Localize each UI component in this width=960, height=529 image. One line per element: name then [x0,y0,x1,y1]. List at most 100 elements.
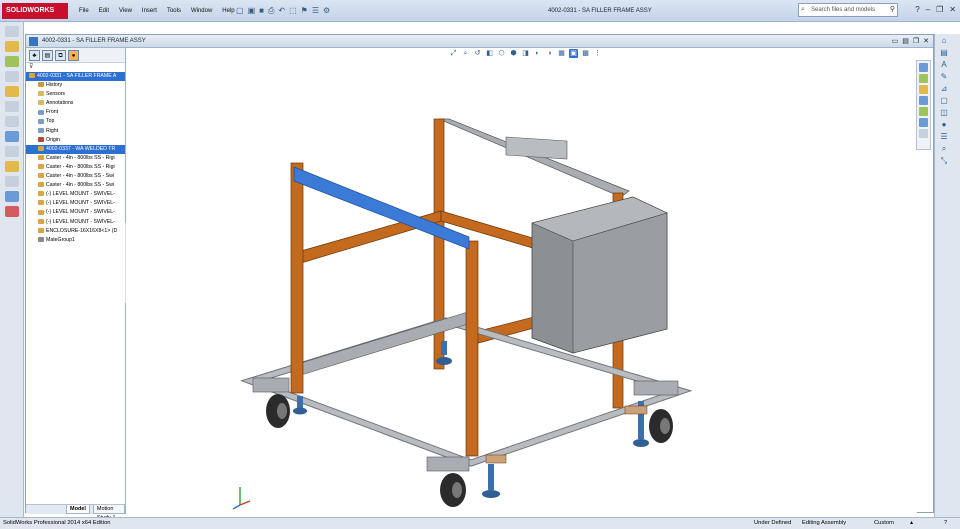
save-icon[interactable]: ■ [259,4,264,18]
help-icon[interactable]: ? [915,3,919,17]
doc-tile-icon[interactable]: ▤ [902,35,909,48]
help-status-icon[interactable]: ? [944,518,947,529]
smart-dimension-icon[interactable]: ⊿ [938,84,950,94]
menu-insert[interactable]: Insert [137,0,162,22]
resources-icon[interactable]: ⌂ [938,36,950,46]
doc-minimize-icon[interactable]: ▭ [892,35,899,48]
open-file-icon[interactable]: ▣ [248,4,256,18]
realview-icon[interactable]: ▩ [581,49,590,58]
tree-item[interactable]: Sensors [26,90,125,99]
view-settings-icon[interactable]: ▣ [569,49,578,58]
rear-top-rail[interactable] [438,118,630,198]
display-style-icon[interactable]: ◨ [521,49,530,58]
tree-item[interactable]: (-) LEVEL MOUNT - SWIVEL- [26,190,125,199]
graphics-area[interactable] [126,48,917,514]
tree-item[interactable]: (-) LEVEL MOUNT - SWIVEL- [26,199,125,208]
appearance-icon[interactable] [5,206,19,217]
pane-item-icon[interactable] [919,63,928,72]
view-orientation-icon[interactable]: ⬢ [509,49,518,58]
move-component-icon[interactable] [5,71,19,82]
tree-item[interactable]: Caster - 4in - 800lbs SS - Swi [26,172,125,181]
restore-icon[interactable]: ❐ [936,3,943,17]
tree-item[interactable]: Right [26,127,125,136]
solidworks-logo[interactable]: SOLIDWORKS [2,3,68,19]
text-icon[interactable]: A [938,60,950,70]
feature-tree-tab-icon[interactable]: ♣ [29,50,40,61]
status-units[interactable]: Custom [874,518,894,529]
insert-component-icon[interactable] [5,26,19,37]
display-manager-tab-icon[interactable]: ● [68,50,79,61]
options-icon[interactable]: ⚙ [323,4,330,18]
menu-tools[interactable]: Tools [162,0,186,22]
file-explorer-icon[interactable]: ▢ [938,96,950,106]
hide-show-items-icon[interactable]: ◐ [533,49,542,58]
tree-item[interactable]: History [26,81,125,90]
tree-item[interactable]: 4002-0331 - SA FILLER FRAME A [26,72,125,82]
component-pattern-icon[interactable] [5,56,19,67]
design-library-icon[interactable]: ▤ [938,48,950,58]
configuration-manager-tab-icon[interactable]: ⧉ [55,50,66,61]
sketch-icon[interactable]: ✎ [938,72,950,82]
menu-file[interactable]: File [74,0,94,22]
tree-item[interactable]: Caster - 4in - 800lbs SS - Rigi [26,154,125,163]
filter-bar[interactable]: ⊽ [26,63,125,72]
print-icon[interactable]: ⎙ [268,4,274,18]
tree-item[interactable]: (-) LEVEL MOUNT - SWIVEL- [26,208,125,217]
tree-item[interactable]: Caster - 4in - 800lbs SS - Rigi [26,163,125,172]
find-icon[interactable]: ⚲ [890,4,895,16]
tree-item[interactable]: Front [26,108,125,117]
tree-item[interactable]: Origin [26,136,125,145]
dynamic-annotation-icon[interactable]: ⬡ [497,49,506,58]
doc-restore-icon[interactable]: ❐ [913,35,919,48]
appearances-icon[interactable]: ● [938,120,950,130]
reference-geometry-icon[interactable] [5,116,19,127]
caster-front-right[interactable] [426,456,470,507]
explode-line-sketch-icon[interactable] [5,176,19,187]
pane-item-icon[interactable] [919,74,928,83]
tree-item[interactable]: Annotations [26,99,125,108]
rebuild-icon[interactable]: ⚑ [301,4,308,18]
tab-motion-study[interactable]: Motion Study 1 [92,505,125,521]
mate-icon[interactable] [5,41,19,52]
tab-model[interactable]: Model [66,505,90,514]
minimize-icon[interactable]: – [926,3,930,17]
instant3d-icon[interactable] [5,191,19,202]
tree-item[interactable]: MateGroup1 [26,236,125,245]
tree-item[interactable]: ENCLOSURE-16X16X8<1> (D [26,227,125,236]
new-motion-study-icon[interactable] [5,131,19,142]
pane-item-icon[interactable] [919,107,928,116]
pane-item-icon[interactable] [919,118,928,127]
units-chevron-icon[interactable]: ▴ [910,518,913,529]
front-right-post[interactable] [465,240,479,457]
new-file-icon[interactable]: ▢ [236,4,244,18]
assembly-features-icon[interactable] [5,101,19,112]
menu-view[interactable]: View [114,0,137,22]
close-icon[interactable]: ✕ [949,3,956,17]
pane-item-icon[interactable] [919,129,928,138]
tree-item[interactable]: Caster - 4in - 800lbs SS - Swi [26,181,125,190]
menu-window[interactable]: Window [186,0,217,22]
zoom-to-area-icon[interactable]: ⌕ [461,49,470,58]
front-left-post[interactable] [290,162,304,394]
pane-item-icon[interactable] [919,96,928,105]
custom-properties-icon[interactable]: ☰ [938,132,950,142]
previous-view-icon[interactable]: ↺ [473,49,482,58]
tree-item[interactable]: Top [26,117,125,126]
view-palette-icon[interactable]: ◫ [938,108,950,118]
property-manager-tab-icon[interactable]: ▤ [42,50,53,61]
more-view-tools-icon[interactable]: ⋮ [593,49,602,58]
funnel-icon[interactable]: ⊽ [29,64,33,70]
apply-scene-icon[interactable]: ▦ [557,49,566,58]
bill-of-materials-icon[interactable] [5,146,19,157]
select-icon[interactable]: ⬚ [289,4,297,18]
exploded-view-icon[interactable] [5,161,19,172]
menu-edit[interactable]: Edit [94,0,114,22]
tree-item[interactable]: (-) LEVEL MOUNT - SWIVEL- [26,218,125,227]
doc-close-icon[interactable]: ✕ [923,35,929,48]
measure-icon[interactable]: ⤡ [938,156,950,166]
zoom-to-fit-icon[interactable]: ⤢ [449,49,458,58]
mounting-bracket[interactable] [505,136,568,160]
file-properties-icon[interactable]: ☰ [312,4,319,18]
level-mount-front-right[interactable] [482,464,500,498]
search-box[interactable]: ⌕ Search files and models ⚲ [798,3,898,17]
